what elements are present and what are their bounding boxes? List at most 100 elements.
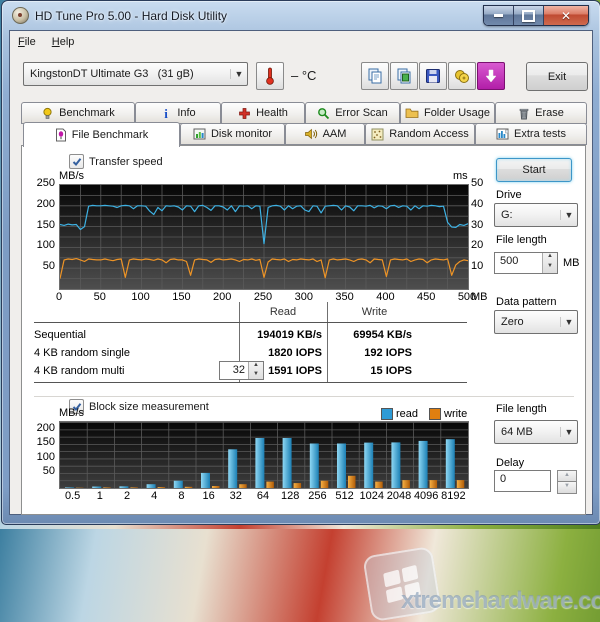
axis-tick-label: 30 bbox=[471, 219, 483, 231]
file-benchmark-panel: Transfer speed Start MB/s ms Read Write … bbox=[21, 145, 586, 515]
tab-extra-tests-label: Extra tests bbox=[514, 128, 566, 140]
error-scan-icon bbox=[317, 107, 330, 120]
transfer-speed-checkbox[interactable]: Transfer speed bbox=[69, 154, 163, 169]
chart1-ylabel-left: MB/s bbox=[59, 170, 84, 182]
spinner-arrows-icon[interactable]: ▲▼ bbox=[542, 253, 557, 273]
exit-button[interactable]: Exit bbox=[526, 62, 588, 91]
tab-erase[interactable]: Erase bbox=[495, 102, 587, 124]
window-controls: ✕ bbox=[483, 5, 589, 26]
close-button[interactable]: ✕ bbox=[544, 6, 588, 25]
axis-tick-label: 100 bbox=[29, 239, 55, 251]
client-area: File Help KingstonDT Ultimate G3 (31 gB)… bbox=[9, 30, 593, 515]
update-button[interactable] bbox=[477, 62, 505, 90]
axis-tick-label: 400 bbox=[368, 291, 402, 303]
copy-screenshot-button[interactable] bbox=[390, 62, 418, 90]
checkbox-checked-icon bbox=[69, 154, 84, 169]
start-button[interactable]: Start bbox=[496, 158, 572, 182]
tab-aam[interactable]: AAM bbox=[285, 123, 365, 145]
table-header-write: Write bbox=[327, 306, 422, 318]
data-pattern-label: Data pattern bbox=[496, 296, 557, 308]
chevron-down-icon: ▼ bbox=[560, 317, 577, 327]
disk-monitor-icon bbox=[193, 128, 206, 140]
tab-disk-monitor[interactable]: Disk monitor bbox=[180, 123, 285, 145]
chart1-ylabel-right: ms bbox=[453, 170, 468, 182]
device-select[interactable]: KingstonDT Ultimate G3 (31 gB) ▼ bbox=[23, 62, 248, 86]
row-label-random-multi: 4 KB random multi bbox=[34, 365, 124, 377]
row-label-sequential: Sequential bbox=[34, 329, 86, 341]
data-pattern-select[interactable]: Zero ▼ bbox=[494, 310, 578, 334]
axis-tick-label: 150 bbox=[29, 436, 55, 448]
file-length-value: 500 bbox=[495, 253, 542, 273]
block-size-label: Block size measurement bbox=[89, 401, 209, 413]
tab-benchmark[interactable]: Benchmark bbox=[21, 102, 135, 124]
donate-icon bbox=[453, 67, 471, 85]
temperature-button[interactable] bbox=[256, 62, 284, 90]
block-file-length-value: 64 MB bbox=[495, 426, 560, 438]
delay-input[interactable]: 0 bbox=[494, 470, 551, 492]
tab-error-scan-label: Error Scan bbox=[335, 107, 388, 119]
axis-tick-label: 100 bbox=[29, 451, 55, 463]
legend-read-label: read bbox=[396, 408, 418, 420]
menu-help[interactable]: Help bbox=[44, 33, 83, 51]
data-pattern-value: Zero bbox=[495, 316, 560, 328]
axis-tick-label: 100 bbox=[124, 291, 158, 303]
axis-tick-label: 250 bbox=[29, 177, 55, 189]
delay-value: 0 bbox=[495, 471, 550, 491]
sequential-write-value: 69954 KB/s bbox=[292, 329, 412, 341]
tab-disk-monitor-label: Disk monitor bbox=[211, 128, 272, 140]
tab-random-access[interactable]: Random Access bbox=[365, 123, 475, 145]
legend-write-swatch bbox=[429, 408, 441, 420]
delay-label: Delay bbox=[496, 457, 524, 469]
axis-tick-label: 200 bbox=[29, 422, 55, 434]
svg-text:i: i bbox=[165, 107, 169, 120]
screenshot-icon bbox=[395, 67, 413, 85]
save-button[interactable] bbox=[419, 62, 447, 90]
axis-tick-label: 450 bbox=[409, 291, 443, 303]
close-icon: ✕ bbox=[561, 9, 571, 23]
drive-select[interactable]: G: ▼ bbox=[494, 203, 578, 227]
tab-extra-tests[interactable]: Extra tests bbox=[475, 123, 587, 145]
folder-usage-icon bbox=[405, 107, 419, 119]
copy-button[interactable] bbox=[361, 62, 389, 90]
axis-tick-label: 200 bbox=[205, 291, 239, 303]
delay-down-button[interactable]: ▼ bbox=[557, 481, 577, 494]
tab-file-benchmark[interactable]: File Benchmark bbox=[23, 122, 180, 147]
start-label: Start bbox=[522, 164, 545, 176]
transfer-speed-label: Transfer speed bbox=[89, 156, 163, 168]
tab-health-label: Health bbox=[256, 107, 288, 119]
block-file-length-select[interactable]: 64 MB ▼ bbox=[494, 420, 578, 444]
minimize-button[interactable] bbox=[484, 6, 514, 25]
exit-label: Exit bbox=[548, 71, 566, 83]
tab-random-access-label: Random Access bbox=[389, 128, 468, 140]
axis-tick-label: 350 bbox=[328, 291, 362, 303]
health-icon bbox=[238, 107, 251, 120]
row-label-random-single: 4 KB random single bbox=[34, 347, 130, 359]
block-file-length-label: File length bbox=[496, 403, 547, 415]
file-length-spinner[interactable]: 500 ▲▼ bbox=[494, 252, 558, 274]
donate-button[interactable] bbox=[448, 62, 476, 90]
chart2-ylabel: MB/s bbox=[59, 407, 84, 419]
aam-icon bbox=[304, 128, 318, 140]
extra-tests-icon bbox=[496, 128, 509, 140]
tab-error-scan[interactable]: Error Scan bbox=[305, 102, 400, 124]
tab-info[interactable]: i Info bbox=[135, 102, 221, 124]
axis-tick-label: 0 bbox=[42, 291, 76, 303]
random-access-icon bbox=[371, 128, 384, 141]
maximize-button[interactable] bbox=[514, 6, 544, 25]
axis-tick-label: 300 bbox=[287, 291, 321, 303]
block-size-checkbox[interactable]: Block size measurement bbox=[69, 399, 209, 414]
axis-tick-label: 200 bbox=[29, 198, 55, 210]
menu-bar: File Help bbox=[10, 31, 592, 52]
legend-write-label: write bbox=[444, 408, 467, 420]
tab-health[interactable]: Health bbox=[221, 102, 305, 124]
chevron-down-icon: ▼ bbox=[230, 69, 247, 79]
tab-aam-label: AAM bbox=[323, 128, 347, 140]
axis-tick-label: 50 bbox=[29, 260, 55, 272]
axis-tick-label: 250 bbox=[246, 291, 280, 303]
menu-file[interactable]: File bbox=[10, 33, 44, 51]
axis-tick-label: 40 bbox=[471, 198, 483, 210]
erase-icon bbox=[518, 107, 530, 120]
axis-tick-label: 50 bbox=[29, 465, 55, 477]
tab-file-benchmark-label: File Benchmark bbox=[72, 129, 148, 141]
tab-folder-usage[interactable]: Folder Usage bbox=[400, 102, 495, 124]
